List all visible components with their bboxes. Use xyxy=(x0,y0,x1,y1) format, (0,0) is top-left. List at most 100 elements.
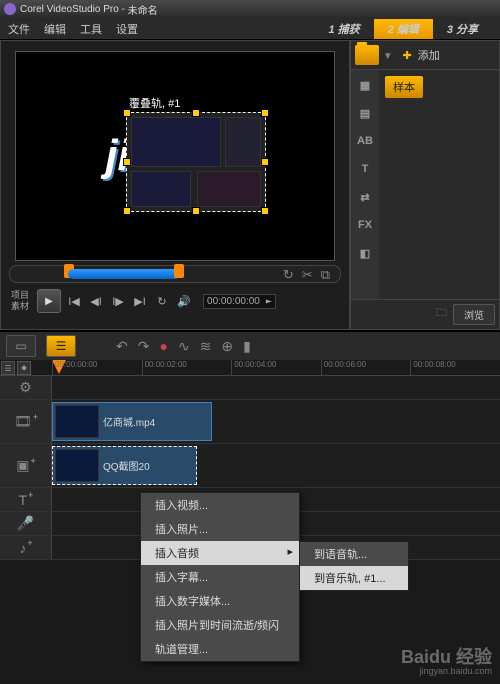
overlay-label: 覆叠轨, #1 xyxy=(127,95,182,111)
ruler-buttons: ☰ ⬥ xyxy=(0,360,32,376)
voice-track-head-icon[interactable]: 🎤 xyxy=(0,512,52,535)
mode-labels: 项目 素材 xyxy=(11,290,29,312)
folder-icon[interactable] xyxy=(355,45,379,65)
timeline-ruler[interactable]: ☰ ⬥ 00:00:00:00 00:00:02:00 00:00:04:00 … xyxy=(0,360,500,376)
library-content[interactable]: 样本 xyxy=(379,70,499,299)
clip-label: 亿商城.mp4 xyxy=(103,414,155,429)
zoom-button[interactable]: ⊕ xyxy=(221,338,233,355)
clip-overlay[interactable]: QQ截图20 xyxy=(52,446,197,485)
resize-handle[interactable] xyxy=(123,207,131,215)
menu-tools[interactable]: 工具 xyxy=(80,21,102,37)
ctx-insert-digital[interactable]: 插入数字媒体... xyxy=(141,589,299,613)
loop-button[interactable]: ↻ xyxy=(153,292,171,310)
video-track-body[interactable]: 亿商城.mp4 xyxy=(52,400,500,443)
play-button[interactable]: ▶ xyxy=(37,289,61,313)
trim-out-handle[interactable] xyxy=(174,264,184,278)
clip-label: QQ截图20 xyxy=(103,458,150,473)
music-track-head-icon[interactable]: ♪ xyxy=(0,536,52,559)
tab-ab-icon[interactable]: AB xyxy=(355,132,375,150)
step-edit[interactable]: 2 编辑 xyxy=(374,19,433,39)
ctx-insert-video[interactable]: 插入视频... xyxy=(141,493,299,517)
menu-edit[interactable]: 编辑 xyxy=(44,21,66,37)
repeat-icon[interactable]: ↻ xyxy=(283,267,294,283)
track-options-button[interactable]: ⚙ xyxy=(0,376,52,399)
timeline-view-button[interactable]: ☰ xyxy=(46,335,76,357)
split-icon[interactable]: ⧉ xyxy=(321,267,330,283)
ctx-insert-audio-label: 插入音频 xyxy=(155,548,199,560)
tab-fx-icon[interactable]: FX xyxy=(355,216,375,234)
go-start-button[interactable]: I◀ xyxy=(65,292,83,310)
ruler-tick: 00:00:02:00 xyxy=(142,360,232,375)
video-track: 🎞 亿商城.mp4 xyxy=(0,400,500,444)
watermark-brand: Baidu 经验 xyxy=(401,650,492,664)
go-end-button[interactable]: ▶I xyxy=(131,292,149,310)
resize-handle[interactable] xyxy=(261,158,269,166)
ctx-to-music-track[interactable]: 到音乐轨, #1... xyxy=(300,566,408,590)
toggle-tracks-button[interactable]: ☰ xyxy=(1,361,15,375)
resize-handle[interactable] xyxy=(123,158,131,166)
next-frame-button[interactable]: I▶ xyxy=(109,292,127,310)
submenu-arrow-icon: ▸ xyxy=(288,545,294,558)
mode-clip[interactable]: 素材 xyxy=(11,301,29,312)
storyboard-view-button[interactable]: ▭ xyxy=(6,335,36,357)
ctx-insert-photo[interactable]: 插入照片... xyxy=(141,517,299,541)
title-track-head-icon[interactable]: T xyxy=(0,488,52,511)
tab-color-icon[interactable]: ▤ xyxy=(355,104,375,122)
tab-transition-icon[interactable]: ⇄ xyxy=(355,188,375,206)
tab-media-icon[interactable]: ▦ xyxy=(355,76,375,94)
plus-icon: ✚ xyxy=(403,49,412,62)
resize-handle[interactable] xyxy=(192,207,200,215)
prev-frame-button[interactable]: ◀I xyxy=(87,292,105,310)
overlay-selection[interactable]: 覆叠轨, #1 xyxy=(126,112,266,212)
cut-icon[interactable]: ✂ xyxy=(302,267,313,283)
ctx-insert-audio[interactable]: 插入音频 ▸ 到语音轨... 到音乐轨, #1... xyxy=(141,541,299,565)
timecode-display[interactable]: 00:00:00:00 ► xyxy=(203,294,276,309)
browse-button[interactable]: 浏览 xyxy=(453,304,495,325)
resize-handle[interactable] xyxy=(123,109,131,117)
mode-project[interactable]: 项目 xyxy=(11,290,29,301)
record-button[interactable]: ● xyxy=(159,338,167,354)
redo-button[interactable]: ↷ xyxy=(138,338,150,355)
mixer-button[interactable]: ≋ xyxy=(200,338,212,355)
add-button[interactable]: 添加 xyxy=(418,47,440,63)
browse-icon: 🗀 xyxy=(436,304,447,325)
overlay-track-head-icon[interactable]: ▣ xyxy=(0,444,52,487)
ctx-insert-subtitle[interactable]: 插入字幕... xyxy=(141,565,299,589)
ruler-tick: 00:00:06:00 xyxy=(321,360,411,375)
sound-button[interactable]: ∿ xyxy=(178,338,190,355)
step-capture[interactable]: 1 捕获 xyxy=(314,19,373,39)
volume-button[interactable]: 🔊 xyxy=(175,292,193,310)
workflow-steps: 1 捕获 2 编辑 3 分享 xyxy=(314,19,492,39)
overlay-track-body[interactable]: QQ截图20 xyxy=(52,444,500,487)
library-item-sample[interactable]: 样本 xyxy=(385,76,423,98)
preview-window[interactable]: jis ng . 覆叠轨, #1 xyxy=(15,51,335,261)
tab-title-icon[interactable]: T xyxy=(355,160,375,178)
menubar: 文件 编辑 工具 设置 1 捕获 2 编辑 3 分享 xyxy=(0,18,500,40)
main-area: jis ng . 覆叠轨, #1 xyxy=(0,40,500,330)
undo-button[interactable]: ↶ xyxy=(116,338,128,355)
ctx-to-voice-track[interactable]: 到语音轨... xyxy=(300,542,408,566)
ctx-insert-timelapse[interactable]: 插入照片到时间流逝/频闪 xyxy=(141,613,299,637)
track-body[interactable] xyxy=(52,376,500,399)
overlay-track: ▣ QQ截图20 xyxy=(0,444,500,488)
overlay-thumb xyxy=(225,117,261,167)
timeline: ⚙ 🎞 亿商城.mp4 ▣ QQ截图20 T 🎤 ♪ 插入视频... xyxy=(0,376,500,684)
video-track-head-icon[interactable]: 🎞 xyxy=(0,400,52,443)
step-share[interactable]: 3 分享 xyxy=(433,19,492,39)
clip-video[interactable]: 亿商城.mp4 xyxy=(52,402,212,441)
resize-handle[interactable] xyxy=(261,207,269,215)
clip-thumb xyxy=(55,405,99,438)
doc-title: 未命名 xyxy=(128,2,158,17)
resize-handle[interactable] xyxy=(192,109,200,117)
marker-button[interactable]: ▮ xyxy=(243,338,251,355)
overlay-thumb xyxy=(131,117,221,167)
resize-handle[interactable] xyxy=(261,109,269,117)
menu-settings[interactable]: 设置 xyxy=(116,21,138,37)
ctx-track-manager[interactable]: 轨道管理... xyxy=(141,637,299,661)
library-panel: ▾ ✚ 添加 ▦ ▤ AB T ⇄ FX ◧ 样本 🗀 浏览 xyxy=(350,40,500,330)
menu-file[interactable]: 文件 xyxy=(8,21,30,37)
toggle-markers-button[interactable]: ⬥ xyxy=(17,361,31,375)
scrub-bar[interactable]: ↻ ✂ ⧉ xyxy=(9,265,341,283)
dropdown-icon[interactable]: ▾ xyxy=(385,49,391,62)
tab-filter-icon[interactable]: ◧ xyxy=(355,244,375,262)
